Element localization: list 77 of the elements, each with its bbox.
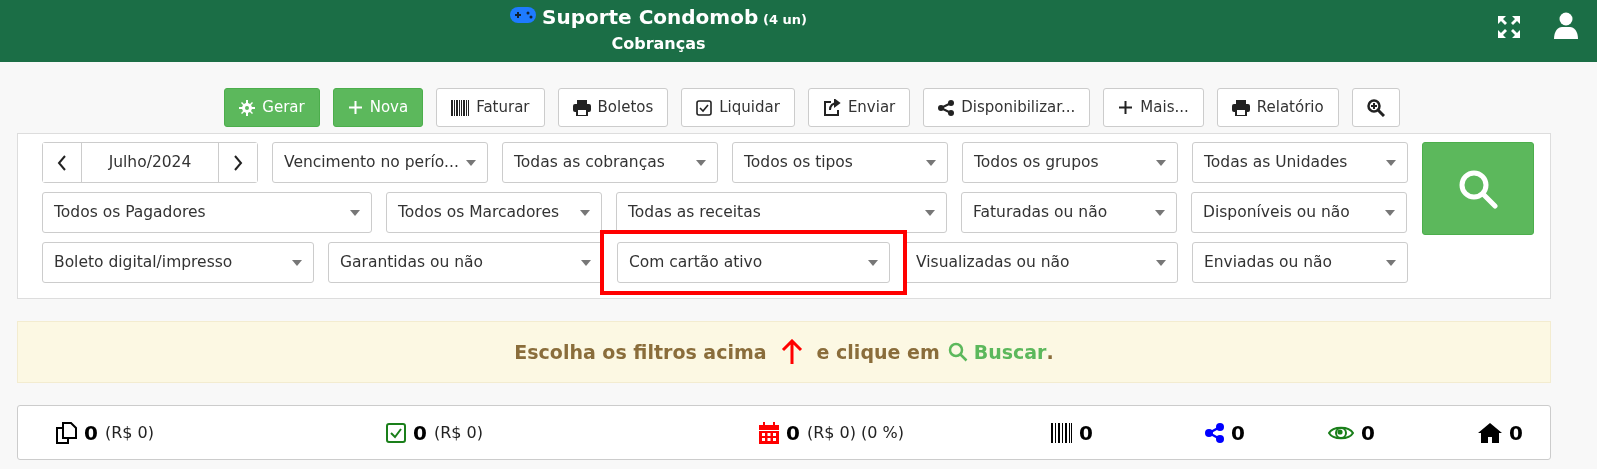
home-icon [1478, 422, 1502, 443]
plus-icon [1118, 100, 1134, 115]
amount-text: (R$ 0) [104, 421, 154, 444]
report-button[interactable]: Relatório [1216, 88, 1339, 127]
caret-icon [292, 259, 302, 266]
zoom-button[interactable] [1351, 88, 1400, 127]
caret-icon [1155, 209, 1165, 216]
dropdown[interactable]: Todas as Unidades [1192, 142, 1408, 183]
caret-icon [581, 259, 591, 266]
dropdown[interactable]: Com cartão ativo [617, 242, 890, 283]
barcode-icon [451, 99, 470, 116]
dropdown[interactable]: Vencimento no perío... [272, 142, 488, 183]
chevron-left-icon [57, 154, 67, 171]
search-icon [947, 342, 968, 362]
dropdown[interactable]: Todas as receitas [616, 192, 947, 233]
share-icon [822, 99, 841, 116]
count-value: 0 [413, 419, 427, 447]
caret-icon [580, 209, 590, 216]
search-button[interactable] [1422, 142, 1534, 235]
dropdown[interactable]: Enviadas ou não [1192, 242, 1408, 283]
checkbox-icon [696, 99, 713, 116]
dropdown[interactable]: Todas as cobranças [502, 142, 718, 183]
count-value: 0 [1361, 419, 1375, 447]
caret-icon [466, 159, 476, 166]
caret-icon [925, 209, 935, 216]
barcode-icon [1051, 422, 1072, 443]
dropdown[interactable]: Boleto digital/impresso [42, 242, 314, 283]
amount-text: (R$ 0) [433, 421, 483, 444]
dropdown[interactable]: Visualizadas ou não [904, 242, 1178, 283]
caret-icon [1386, 259, 1396, 266]
share-nodes-icon [938, 99, 955, 116]
caret-icon [926, 159, 936, 166]
page-subtitle: Cobranças [610, 33, 707, 55]
copy-icon [55, 421, 77, 444]
printer-icon [1231, 99, 1250, 116]
caret-icon [868, 259, 878, 266]
dropdown[interactable]: Todos os Pagadores [42, 192, 372, 233]
amount-text: (R$ 0) (0 %) [806, 421, 904, 444]
chevron-right-icon [233, 154, 243, 171]
publish-button[interactable]: Disponibilizar... [923, 88, 1091, 127]
caret-icon [1156, 159, 1166, 166]
fullscreen-icon[interactable] [1497, 15, 1521, 39]
user-icon[interactable] [1554, 12, 1578, 39]
caret-icon [1385, 209, 1395, 216]
dropdown[interactable]: Todos os Marcadores [386, 192, 602, 233]
caret-icon [1156, 259, 1166, 266]
search-icon [1458, 168, 1498, 209]
more-button[interactable]: Mais... [1103, 88, 1204, 127]
dropdown[interactable]: Garantidas ou não [328, 242, 603, 283]
count-value: 0 [1231, 419, 1245, 447]
dropdown[interactable]: Disponíveis ou não [1191, 192, 1407, 233]
share-nodes-icon [1205, 422, 1224, 443]
instruction-text: Escolha os filtros acima e clique em Buscar. [514, 337, 1054, 367]
arrow-up-icon [780, 339, 803, 365]
plus-icon [347, 100, 363, 115]
count-value: 0 [1079, 419, 1093, 447]
send-button[interactable]: Enviar [807, 88, 911, 127]
caret-icon [696, 159, 706, 166]
settle-button[interactable]: Liquidar [681, 88, 795, 127]
invoice-button[interactable]: Faturar [436, 88, 545, 127]
unit-count: (4 un) [763, 12, 807, 27]
caret-icon [350, 209, 360, 216]
gear-icon [239, 99, 256, 116]
checkbox-icon [386, 422, 406, 443]
gamepad-icon [510, 7, 536, 23]
count-value: 0 [84, 419, 98, 447]
dropdown[interactable]: Faturadas ou não [961, 192, 1177, 233]
count-value: 0 [1509, 419, 1523, 447]
app-title: Suporte Condomob [542, 5, 759, 29]
slips-button[interactable]: Boletos [557, 88, 669, 127]
printer-icon [572, 99, 591, 116]
dropdown[interactable]: Todos os grupos [962, 142, 1178, 183]
zoom-in-icon [1366, 98, 1385, 117]
caret-icon [1386, 159, 1396, 166]
count-value: 0 [786, 419, 800, 447]
calendar-icon [759, 421, 779, 444]
dropdown[interactable]: Todos os tipos [732, 142, 948, 183]
